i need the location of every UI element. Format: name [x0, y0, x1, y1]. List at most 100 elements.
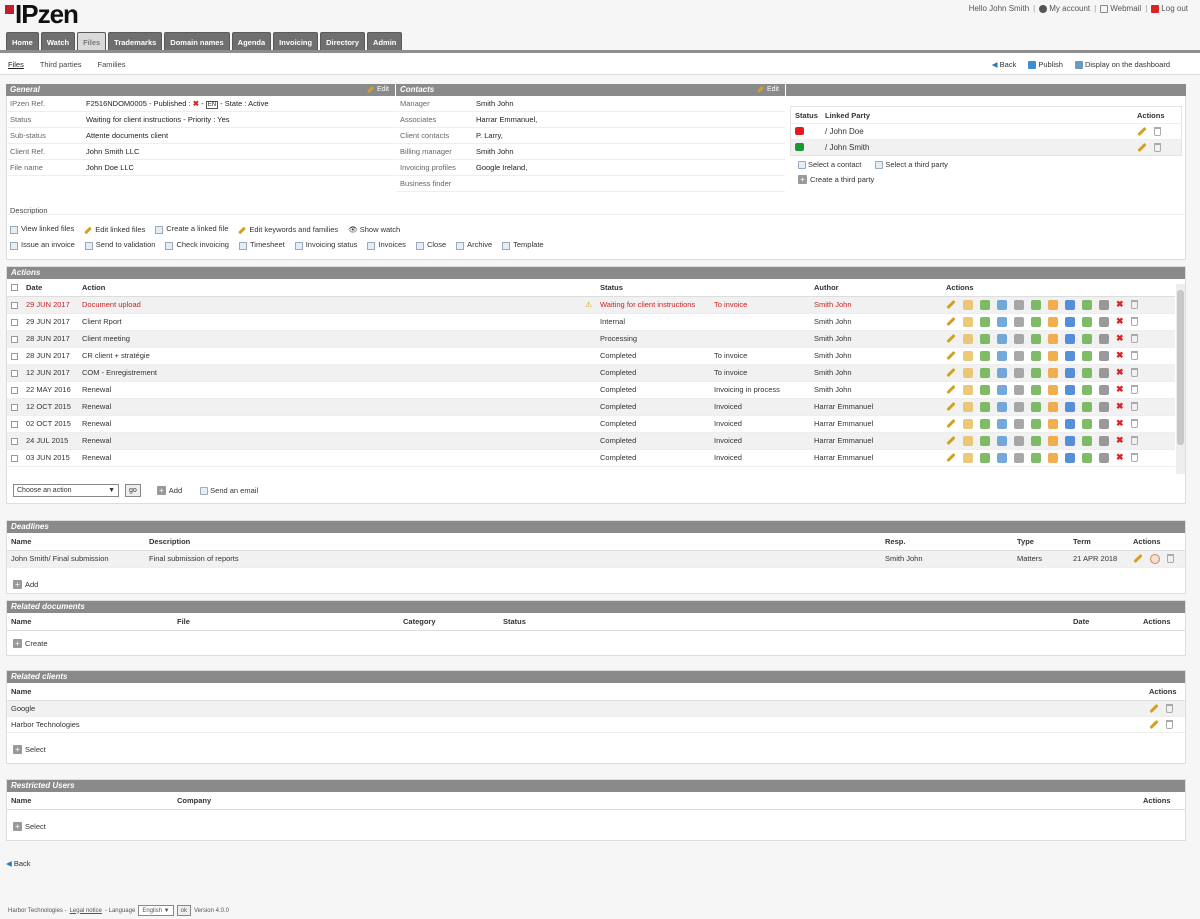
document-icon[interactable] — [1014, 333, 1024, 344]
note-icon[interactable] — [963, 299, 973, 310]
action-row[interactable]: 28 JUN 2017 CR client + stratégie Complete… — [7, 347, 1175, 365]
clock-icon[interactable] — [997, 452, 1007, 463]
note-icon[interactable] — [963, 452, 973, 463]
tag-icon[interactable] — [1065, 299, 1075, 310]
folder-icon[interactable] — [1031, 401, 1041, 412]
show-watch-link[interactable]: 👁 Show watch — [348, 225, 400, 234]
stop-icon[interactable] — [1099, 350, 1109, 361]
row-checkbox[interactable] — [11, 454, 18, 462]
trash-icon[interactable] — [1166, 703, 1173, 713]
tag-icon[interactable] — [1065, 401, 1075, 412]
document-icon[interactable] — [1014, 316, 1024, 327]
action-row[interactable]: 12 JUN 2017 COM - Enregistrement Completed… — [7, 364, 1175, 382]
language-ok-button[interactable]: ok — [176, 905, 191, 916]
logo[interactable]: IPzen — [5, 1, 79, 27]
tag-icon[interactable] — [1065, 333, 1075, 344]
calendar-icon[interactable] — [1048, 316, 1058, 327]
edit-icon[interactable] — [1149, 703, 1159, 713]
document-icon[interactable] — [1014, 435, 1024, 446]
my-account-link[interactable]: My account — [1039, 4, 1090, 13]
folder-icon[interactable] — [1031, 333, 1041, 344]
edit-icon[interactable] — [946, 435, 956, 446]
select-client-button[interactable]: + Select — [13, 745, 46, 754]
mail-icon[interactable] — [980, 418, 990, 429]
send-validation-link[interactable]: Send to validation — [84, 240, 155, 250]
trash-icon[interactable] — [1130, 453, 1138, 462]
create-document-button[interactable]: + Create — [13, 639, 48, 648]
select-third-party-link[interactable]: Select a third party — [875, 160, 948, 170]
language-select[interactable]: English ▼ — [138, 905, 174, 916]
document-icon[interactable] — [1014, 452, 1024, 463]
tab-trademarks[interactable]: Trademarks — [108, 32, 163, 51]
mail-icon[interactable] — [980, 435, 990, 446]
mail-icon[interactable] — [980, 384, 990, 395]
add-action-button[interactable]: + Add — [156, 486, 182, 495]
tab-agenda[interactable]: Agenda — [231, 32, 272, 51]
logout-link[interactable]: Log out — [1151, 4, 1188, 13]
back-link[interactable]: ◀ Back — [992, 60, 1017, 69]
check-invoicing-link[interactable]: Check invoicing — [165, 240, 229, 250]
row-checkbox[interactable] — [11, 301, 18, 309]
trash-icon[interactable] — [1130, 385, 1138, 394]
tag-icon[interactable] — [1065, 435, 1075, 446]
calendar-icon[interactable] — [1048, 299, 1058, 310]
row-checkbox[interactable] — [11, 352, 18, 360]
stop-icon[interactable] — [1099, 452, 1109, 463]
webmail-link[interactable]: Webmail — [1100, 4, 1141, 13]
edit-icon[interactable] — [946, 418, 956, 429]
folder-icon[interactable] — [1031, 316, 1041, 327]
action-row[interactable]: 29 JUN 2017 Document upload ⚠ Waiting for c… — [7, 296, 1175, 314]
stop-icon[interactable] — [1099, 316, 1109, 327]
edit-icon[interactable] — [946, 401, 956, 412]
send-email-link[interactable]: Send an email — [200, 486, 258, 495]
trash-icon[interactable] — [1130, 419, 1138, 428]
edit-icon[interactable] — [946, 452, 956, 463]
calendar-icon[interactable] — [1048, 333, 1058, 344]
action-row[interactable]: 24 JUL 2015 Renewal Completed Invoiced Harra… — [7, 432, 1175, 450]
trash-icon[interactable] — [1130, 436, 1138, 445]
calendar-icon[interactable] — [1048, 452, 1058, 463]
note-icon[interactable] — [963, 418, 973, 429]
create-third-party-link[interactable]: + Create a third party — [786, 173, 1186, 186]
delete-x-icon[interactable]: ✖ — [1116, 350, 1124, 361]
edit-icon[interactable] — [946, 350, 956, 361]
print-icon[interactable] — [1082, 401, 1092, 412]
trash-icon[interactable] — [1130, 300, 1138, 309]
document-icon[interactable] — [1014, 384, 1024, 395]
folder-icon[interactable] — [1031, 418, 1041, 429]
choose-action-select[interactable]: Choose an action ▼ — [13, 484, 119, 497]
folder-icon[interactable] — [1031, 299, 1041, 310]
trash-icon[interactable] — [1130, 402, 1138, 411]
stop-icon[interactable] — [1099, 435, 1109, 446]
row-checkbox[interactable] — [11, 437, 18, 445]
edit-icon[interactable] — [946, 384, 956, 395]
note-icon[interactable] — [963, 401, 973, 412]
calendar-icon[interactable] — [1048, 384, 1058, 395]
timesheet-link[interactable]: Timesheet — [238, 240, 285, 250]
clock-icon[interactable] — [997, 299, 1007, 310]
dashboard-link[interactable]: Display on the dashboard — [1074, 60, 1170, 70]
tag-icon[interactable] — [1065, 350, 1075, 361]
action-row[interactable]: 28 JUN 2017 Client meeting Processing Smith… — [7, 330, 1175, 348]
note-icon[interactable] — [963, 350, 973, 361]
select-contact-link[interactable]: Select a contact — [798, 160, 861, 170]
invoicing-status-link[interactable]: Invoicing status — [294, 240, 357, 250]
folder-icon[interactable] — [1031, 350, 1041, 361]
delete-x-icon[interactable]: ✖ — [1116, 333, 1124, 344]
document-icon[interactable] — [1014, 350, 1024, 361]
folder-icon[interactable] — [1031, 452, 1041, 463]
note-icon[interactable] — [963, 435, 973, 446]
stop-icon[interactable] — [1099, 367, 1109, 378]
tag-icon[interactable] — [1065, 384, 1075, 395]
edit-icon[interactable] — [946, 316, 956, 327]
trash-icon[interactable] — [1130, 368, 1138, 377]
document-icon[interactable] — [1014, 401, 1024, 412]
delete-x-icon[interactable]: ✖ — [1116, 418, 1124, 429]
template-link[interactable]: Template — [502, 240, 544, 250]
back-bottom-link[interactable]: ◀ Back — [6, 859, 31, 868]
stop-icon[interactable] — [1099, 401, 1109, 412]
print-icon[interactable] — [1082, 452, 1092, 463]
legal-notice-link[interactable]: Legal notice — [70, 908, 102, 914]
calendar-icon[interactable] — [1048, 350, 1058, 361]
mail-icon[interactable] — [980, 350, 990, 361]
